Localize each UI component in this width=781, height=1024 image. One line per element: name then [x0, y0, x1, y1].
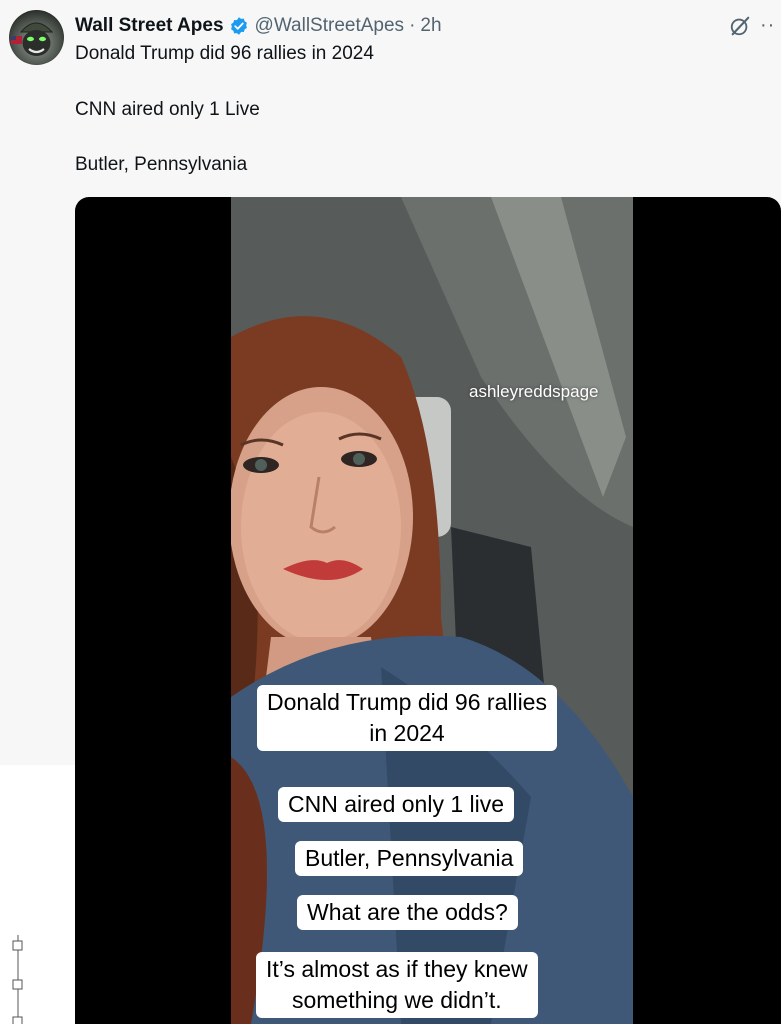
caption-4-line-1: What are the odds? [307, 899, 508, 925]
caption-5-line-1: It’s almost as if they knew [266, 956, 528, 982]
video-caption-3: Butler, Pennsylvania [295, 841, 524, 876]
video-caption-2: CNN aired only 1 live [278, 787, 515, 822]
tweet-header: Wall Street Apes @WallStreetApes · 2h [75, 13, 442, 39]
tweet-timestamp[interactable]: 2h [420, 15, 441, 37]
caption-5-line-2: something we didn’t. [291, 987, 502, 1013]
author-name[interactable]: Wall Street Apes [75, 15, 224, 37]
video-caption-4: What are the odds? [297, 895, 518, 930]
gorilla-avatar-icon [11, 22, 54, 56]
video-watermark: ashleyreddspage [469, 382, 599, 401]
caption-3-line-1: Butler, Pennsylvania [305, 845, 514, 871]
author-handle[interactable]: @WallStreetApes [255, 15, 405, 37]
more-icon[interactable]: ·· [760, 14, 775, 37]
video-player[interactable]: ashleyreddspage Donald Trump did 96 rall… [75, 197, 781, 1024]
video-caption-5: It’s almost as if they knew something we… [256, 952, 538, 1018]
tweet-text-line-3: Butler, Pennsylvania [75, 154, 248, 175]
tweet-text-line-2: CNN aired only 1 Live [75, 99, 260, 120]
video-frame[interactable]: ashleyreddspage Donald Trump did 96 rall… [231, 197, 633, 1024]
selection-handles[interactable] [8, 935, 28, 1024]
verified-badge-icon [229, 16, 249, 36]
tweet-text-line-1: Donald Trump did 96 rallies in 2024 [75, 43, 374, 64]
video-caption-1: Donald Trump did 96 rallies in 2024 [257, 685, 557, 751]
separator-dot: · [409, 15, 416, 36]
grok-icon[interactable] [729, 15, 751, 37]
caption-1-line-1: Donald Trump did 96 rallies [267, 689, 547, 715]
caption-2-line-1: CNN aired only 1 live [288, 791, 505, 817]
tweet: Wall Street Apes @WallStreetApes · 2h ··… [0, 0, 781, 1024]
caption-1-line-2: in 2024 [369, 720, 445, 746]
avatar[interactable] [9, 10, 64, 65]
